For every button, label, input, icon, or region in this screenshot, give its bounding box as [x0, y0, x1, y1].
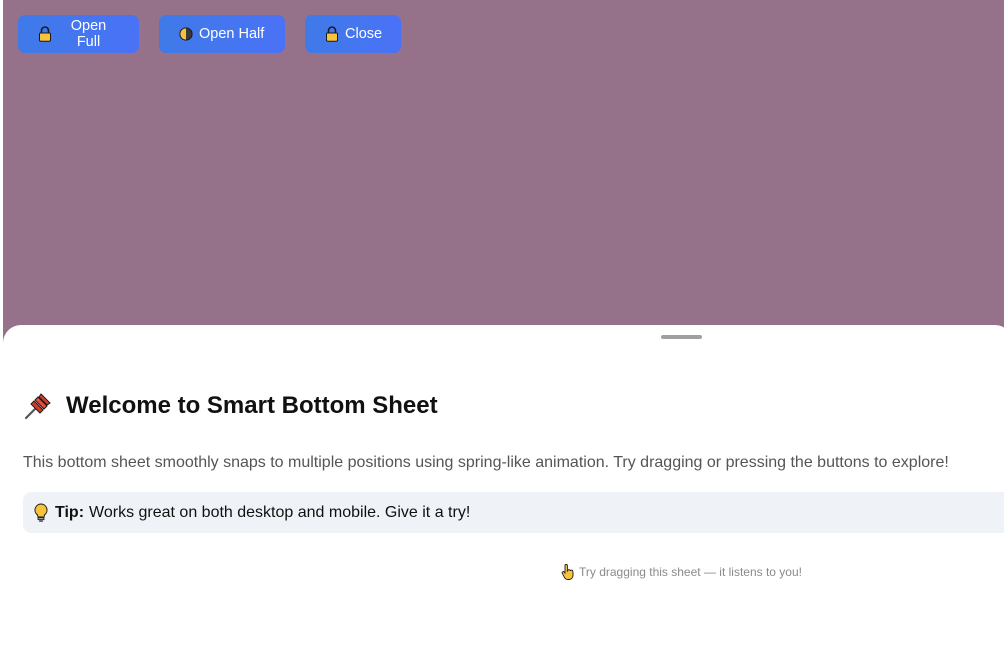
- lock-icon: [325, 26, 339, 42]
- lock-icon: [38, 26, 52, 42]
- half-moon-icon: [179, 26, 193, 42]
- pushpin-icon: [23, 391, 53, 421]
- sheet-header: Welcome to Smart Bottom Sheet: [23, 391, 438, 421]
- close-label: Close: [345, 26, 383, 42]
- bottom-sheet[interactable]: Welcome to Smart Bottom Sheet This botto…: [3, 325, 1004, 648]
- drag-handle[interactable]: [661, 335, 702, 339]
- sheet-description: This bottom sheet smoothly snaps to mult…: [23, 454, 949, 471]
- tip-box: Tip: Works great on both desktop and mob…: [23, 492, 1004, 533]
- open-full-button[interactable]: Open Full: [18, 15, 139, 53]
- tip-text: Works great on both desktop and mobile. …: [89, 503, 471, 521]
- toolbar: Open Full Open Half Close: [18, 15, 401, 53]
- drag-hint-text: Try dragging this sheet — it listens to …: [579, 565, 802, 579]
- open-half-button[interactable]: Open Half: [159, 15, 285, 53]
- open-full-label: Open Full: [70, 18, 107, 50]
- pointing-hand-icon: [561, 564, 575, 580]
- sheet-title: Welcome to Smart Bottom Sheet: [66, 392, 438, 419]
- lightbulb-icon: [33, 502, 49, 523]
- tip-label: Tip:: [55, 503, 85, 521]
- open-half-label: Open Half: [199, 26, 265, 42]
- drag-hint: Try dragging this sheet — it listens to …: [561, 564, 802, 580]
- close-button[interactable]: Close: [305, 15, 401, 53]
